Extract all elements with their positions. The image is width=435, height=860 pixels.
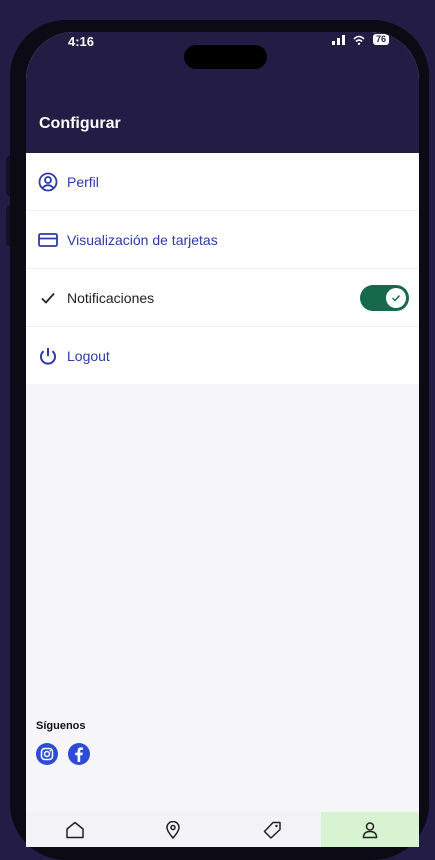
check-icon bbox=[38, 288, 58, 308]
tab-map[interactable] bbox=[124, 812, 222, 847]
social-title: Síguenos bbox=[36, 720, 86, 732]
tag-icon bbox=[263, 821, 281, 839]
power-icon bbox=[38, 346, 58, 366]
bottom-tab-bar bbox=[26, 812, 419, 847]
status-time: 4:16 bbox=[68, 34, 95, 49]
map-pin-icon bbox=[166, 820, 181, 839]
menu-item-logout[interactable]: Logout bbox=[26, 327, 419, 384]
app-screen: 4:16 76 Configurar Perfil Visualización … bbox=[26, 32, 419, 847]
toggle-knob bbox=[386, 288, 406, 308]
home-icon bbox=[66, 821, 84, 838]
dynamic-island bbox=[184, 45, 267, 69]
menu-item-perfil[interactable]: Perfil bbox=[26, 153, 419, 211]
instagram-icon[interactable] bbox=[36, 743, 58, 765]
tab-offers[interactable] bbox=[223, 812, 321, 847]
facebook-icon[interactable] bbox=[68, 743, 90, 765]
tab-home[interactable] bbox=[26, 812, 124, 847]
check-icon bbox=[392, 295, 401, 302]
settings-menu: Perfil Visualización de tarjetas Notific… bbox=[26, 153, 419, 384]
menu-item-label: Perfil bbox=[67, 173, 99, 190]
status-bar: 4:16 76 bbox=[26, 32, 419, 82]
user-circle-icon bbox=[38, 172, 58, 192]
notifications-toggle[interactable] bbox=[360, 285, 409, 311]
battery-icon: 76 bbox=[372, 34, 389, 45]
status-icons: 76 bbox=[331, 34, 389, 45]
menu-item-visualizacion-tarjetas[interactable]: Visualización de tarjetas bbox=[26, 211, 419, 269]
profile-icon bbox=[362, 821, 378, 838]
signal-icon bbox=[331, 34, 345, 45]
social-icons bbox=[36, 743, 90, 765]
wifi-icon bbox=[353, 35, 365, 45]
menu-item-label: Notificaciones bbox=[67, 289, 155, 306]
tab-profile[interactable] bbox=[320, 812, 419, 847]
card-icon bbox=[38, 230, 58, 250]
menu-item-label: Visualización de tarjetas bbox=[67, 231, 218, 248]
page-title: Configurar bbox=[39, 115, 121, 132]
app-header: Configurar bbox=[26, 82, 419, 153]
menu-item-notificaciones: Notificaciones bbox=[26, 269, 419, 327]
menu-item-label: Logout bbox=[67, 347, 110, 364]
social-section: Síguenos bbox=[36, 720, 90, 765]
